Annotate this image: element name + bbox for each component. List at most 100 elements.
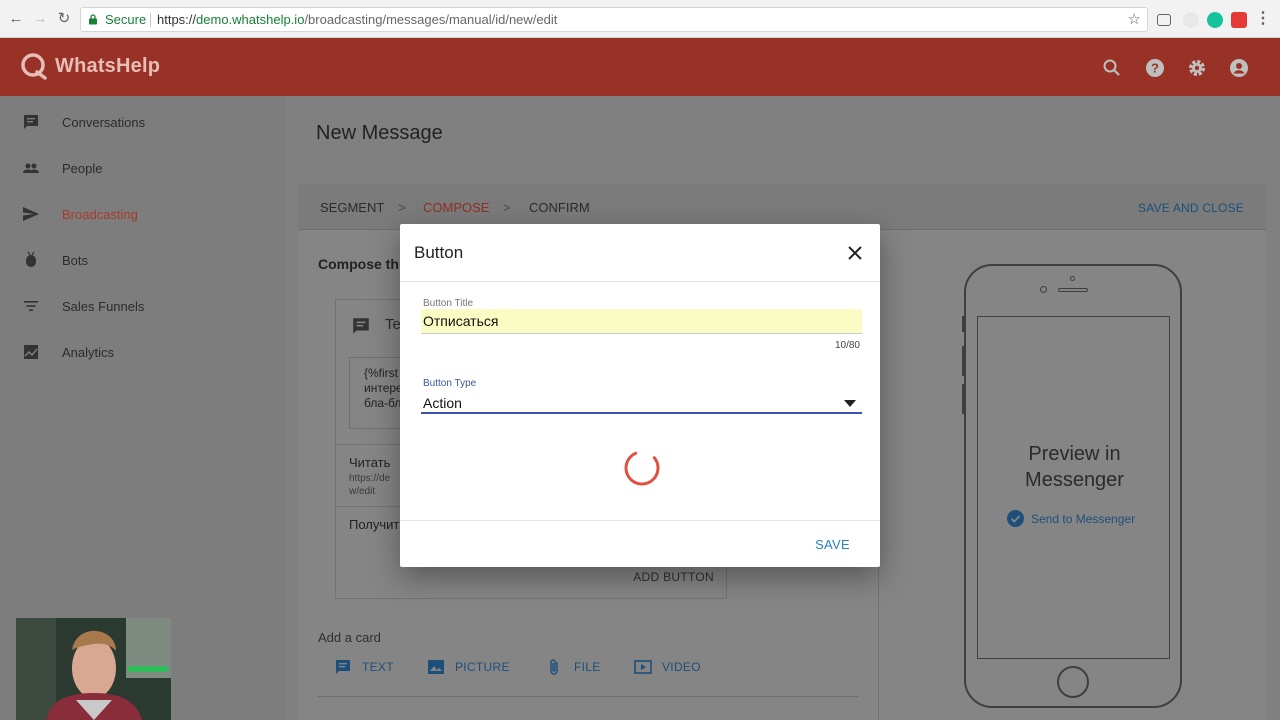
sidebar-item-label: Broadcasting [62, 206, 138, 222]
reload-icon[interactable]: ↻ [56, 11, 72, 27]
add-card-label: Add a card [318, 630, 381, 645]
webcam-overlay [16, 618, 171, 720]
bot-icon [26, 251, 36, 267]
sidebar-item-sales-funnels[interactable]: Sales Funnels [0, 283, 285, 329]
forward-arrow-icon[interactable]: → [32, 11, 48, 27]
save-button[interactable]: SAVE [815, 537, 850, 552]
add-file-card-button[interactable]: FILE [546, 656, 601, 678]
send-icon [23, 207, 39, 221]
card-type-label: VIDEO [662, 660, 701, 674]
phone-preview: Preview in Messenger Send to Messenger [962, 264, 1182, 708]
section-divider [318, 696, 858, 697]
step-separator: > [503, 200, 511, 215]
help-icon[interactable]: ? [1145, 58, 1165, 78]
browser-chrome: ← → ↻ Secure https://demo.whatshelp.io/b… [0, 0, 1280, 38]
compose-title: Compose th [318, 256, 399, 272]
step-compose[interactable]: COMPOSE [423, 200, 489, 215]
video-icon [634, 660, 652, 674]
phone-sensor [1040, 286, 1047, 293]
sidebar-item-conversations[interactable]: Conversations [0, 99, 285, 145]
bookmark-star-icon[interactable]: ☆ [1128, 8, 1141, 31]
url-host: demo.whatshelp.io [196, 12, 305, 27]
dialog-footer-divider [400, 520, 880, 521]
webcam-video [16, 618, 171, 720]
page-title: New Message [316, 122, 443, 144]
url-text[interactable]: https://demo.whatshelp.io/broadcasting/m… [157, 8, 557, 31]
check-circle-icon [1007, 510, 1024, 527]
add-video-card-button[interactable]: VIDEO [634, 656, 701, 678]
sidebar-item-people[interactable]: People [0, 145, 285, 191]
phone-camera [1070, 276, 1075, 281]
step-separator: > [398, 200, 406, 215]
card-type-label: TEXT [362, 660, 394, 674]
preview-title: Preview in Messenger [1025, 443, 1124, 491]
people-icon [23, 163, 39, 173]
phone-side-button [962, 384, 965, 414]
step-segment[interactable]: SEGMENT [320, 200, 384, 215]
svg-text:?: ? [1151, 61, 1159, 76]
phone-side-button [962, 316, 965, 332]
sidebar-item-broadcasting[interactable]: Broadcasting [0, 191, 285, 237]
button-type-label: Button Type [423, 378, 477, 389]
extension-red-icon[interactable] [1231, 12, 1247, 28]
url-path: /broadcasting/messages/manual/id/new/edi… [304, 12, 558, 27]
add-picture-card-button[interactable]: PICTURE [427, 656, 510, 678]
url-scheme: https:// [157, 12, 197, 27]
picture-icon [428, 660, 444, 674]
dropdown-arrow-icon [844, 400, 856, 407]
button-type-value: Action [423, 395, 462, 411]
sidebar-item-label: Bots [62, 252, 89, 268]
search-icon[interactable] [1102, 58, 1122, 78]
lock-icon [89, 14, 97, 25]
step-confirm[interactable]: CONFIRM [529, 200, 590, 215]
cast-icon[interactable] [1157, 14, 1171, 26]
paperclip-icon [550, 659, 558, 675]
gear-icon[interactable] [1187, 58, 1207, 78]
card-type-label: PICTURE [455, 660, 510, 674]
chat-icon [353, 318, 369, 334]
button-title-label: Button Title [423, 298, 474, 309]
dialog-title: Button [414, 243, 464, 262]
logo[interactable]: WhatsHelp [20, 52, 160, 80]
logo-text: WhatsHelp [55, 54, 161, 77]
card-button-url: https://de w/edit [349, 473, 391, 497]
add-button[interactable]: ADD BUTTON [633, 570, 714, 584]
account-icon[interactable] [1229, 58, 1249, 78]
send-to-messenger-button[interactable]: Send to Messenger [1007, 510, 1135, 527]
phone-screen: Preview in Messenger Send to Messenger [977, 316, 1170, 659]
filter-icon [24, 301, 38, 311]
secure-label: Secure [105, 12, 147, 27]
menu-kebab-icon[interactable]: ⋮ [1255, 11, 1271, 27]
button-dialog: Button Button Title 10/80 Button Type Ac… [400, 224, 880, 567]
grammarly-icon[interactable] [1207, 12, 1223, 28]
sidebar-item-analytics[interactable]: Analytics [0, 329, 285, 375]
character-counter: 10/80 [834, 340, 860, 351]
card-type-label: Te [385, 316, 401, 333]
sidebar-item-label: Analytics [62, 344, 115, 360]
sidebar-item-bots[interactable]: Bots [0, 237, 285, 283]
address-bar[interactable]: Secure https://demo.whatshelp.io/broadca… [80, 7, 1148, 32]
chat-icon [24, 115, 38, 129]
phone-home-button [1057, 666, 1089, 698]
extension-icon[interactable] [1183, 12, 1199, 28]
phone-side-button [962, 346, 965, 376]
analytics-icon [24, 345, 38, 359]
app-header: WhatsHelp ? [0, 38, 1280, 96]
card-button-title: Читать [349, 455, 391, 470]
sidebar-item-label: People [62, 160, 103, 176]
card-button-title: Получит [349, 517, 400, 532]
add-text-card-button[interactable]: TEXT [334, 656, 394, 678]
save-and-close-button[interactable]: SAVE AND CLOSE [1138, 201, 1244, 215]
omnibox-separator [150, 13, 151, 27]
loading-spinner [624, 450, 660, 486]
whatshelp-logo-icon [21, 53, 47, 80]
sidebar-item-label: Sales Funnels [62, 298, 145, 314]
close-icon[interactable] [846, 244, 864, 262]
back-arrow-icon[interactable]: ← [8, 11, 24, 27]
button-title-input[interactable] [421, 309, 862, 334]
card-type-label: FILE [574, 660, 601, 674]
phone-speaker [1058, 288, 1088, 292]
send-to-messenger-label: Send to Messenger [1031, 511, 1136, 526]
sidebar-item-label: Conversations [62, 114, 146, 130]
button-type-select[interactable]: Action [421, 392, 862, 414]
